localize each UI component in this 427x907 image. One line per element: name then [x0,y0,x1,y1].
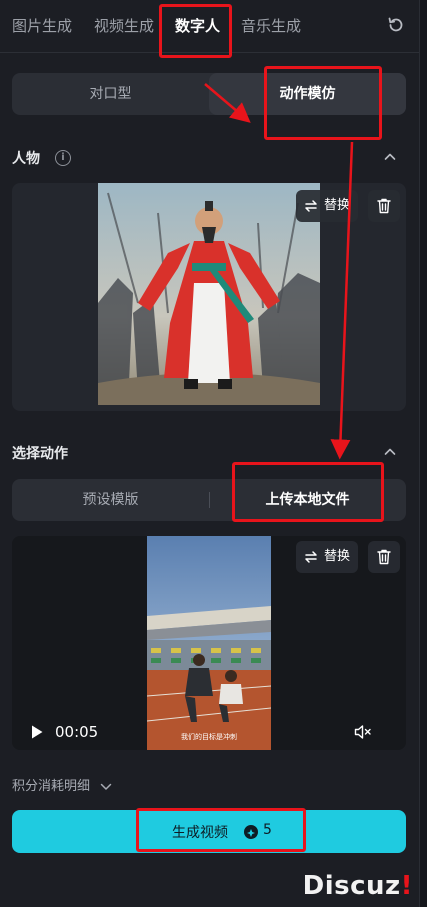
action-upload-local[interactable]: 上传本地文件 [209,479,406,521]
points-detail-toggle[interactable]: 积分消耗明细 [12,775,112,794]
action-source-toggle: 预设模版 上传本地文件 [12,479,406,521]
tab-digital-human[interactable]: 数字人 [175,15,220,36]
person-image [98,183,320,405]
tab-image-gen[interactable]: 图片生成 [12,15,72,36]
action-delete-button[interactable] [368,541,400,573]
generate-video-button[interactable]: 生成视频 5 [12,810,406,853]
trash-icon [377,549,391,565]
info-icon[interactable]: i [55,150,71,166]
person-replace-button[interactable]: 替换 [296,190,359,222]
chevron-up-icon[interactable] [383,445,397,459]
person-replace-label: 替换 [324,198,351,213]
chevron-down-icon [100,783,112,790]
action-replace-button[interactable]: 替换 [296,541,359,573]
person-section-title: 人物 [12,151,40,167]
refresh-icon[interactable] [386,15,406,35]
digital-human-panel: 图片生成 视频生成 数字人 音乐生成 对口型 动作模仿 人物 i 替换 选择动作… [0,0,420,907]
person-delete-button[interactable] [368,190,400,222]
action-video-player: 我们的目标是冲刺 替换 00:05 [12,536,406,750]
chevron-up-icon[interactable] [383,150,397,164]
person-preview: 替换 [12,183,406,411]
video-time: 00:05 [55,723,99,741]
mute-icon[interactable] [354,724,372,740]
swap-icon [305,199,317,212]
video-caption: 我们的目标是冲刺 [181,732,237,741]
tab-music-gen[interactable]: 音乐生成 [241,15,301,36]
generate-label: 生成视频 [172,825,228,841]
swap-icon [305,550,317,563]
mode-toggle: 对口型 动作模仿 [12,73,406,115]
mode-motion-imitation[interactable]: 动作模仿 [209,73,406,115]
action-preset-templates[interactable]: 预设模版 [12,479,209,521]
tab-video-gen[interactable]: 视频生成 [94,15,154,36]
points-label: 积分消耗明细 [12,779,91,794]
generate-cost: 5 [263,822,272,838]
action-section-title: 选择动作 [12,446,68,462]
top-nav: 图片生成 视频生成 数字人 音乐生成 [0,0,419,53]
action-video-frame: 我们的目标是冲刺 [147,536,271,750]
coin-icon [244,825,258,839]
play-icon[interactable] [30,724,44,740]
trash-icon [377,198,391,214]
mode-lip-sync[interactable]: 对口型 [12,73,209,115]
action-replace-label: 替换 [324,549,351,564]
watermark-logo: Discuz! [302,871,413,901]
